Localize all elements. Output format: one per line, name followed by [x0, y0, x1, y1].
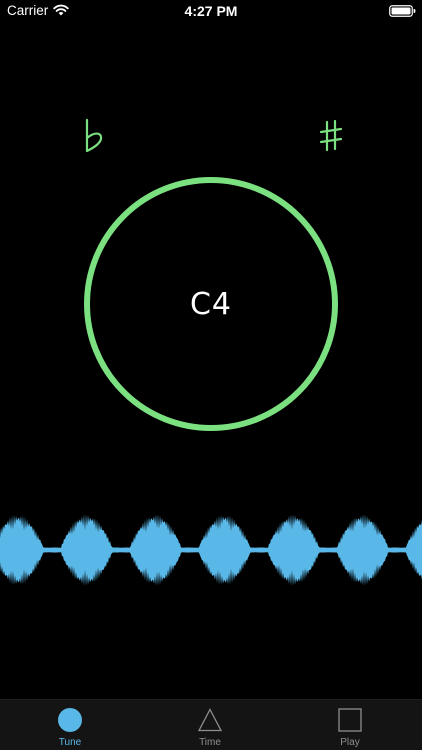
detected-note: C4 [189, 286, 233, 322]
pitch-ring: C4 [84, 177, 338, 431]
flat-icon [85, 118, 103, 153]
status-clock: 4:27 PM [184, 3, 238, 19]
tab-tune[interactable]: Tune [25, 700, 115, 750]
circle-icon [58, 708, 82, 732]
triangle-icon [198, 708, 222, 732]
tab-tune-label: Tune [58, 737, 82, 748]
audio-waveform [0, 514, 422, 586]
tab-bar: Tune Time Play [0, 699, 422, 750]
sharp-icon [319, 120, 343, 152]
waveform-baseline [0, 548, 422, 552]
status-bar: Carrier 4:27 PM [0, 0, 422, 22]
tab-play-label: Play [340, 737, 360, 748]
battery-full-icon [389, 5, 416, 17]
tab-play[interactable]: Play [305, 700, 395, 750]
square-icon [338, 708, 362, 732]
tab-time[interactable]: Time [165, 700, 255, 750]
tuner-screen: Carrier 4:27 PM ♭ ♯ C4 T [0, 0, 422, 750]
tab-time-label: Time [199, 737, 221, 748]
